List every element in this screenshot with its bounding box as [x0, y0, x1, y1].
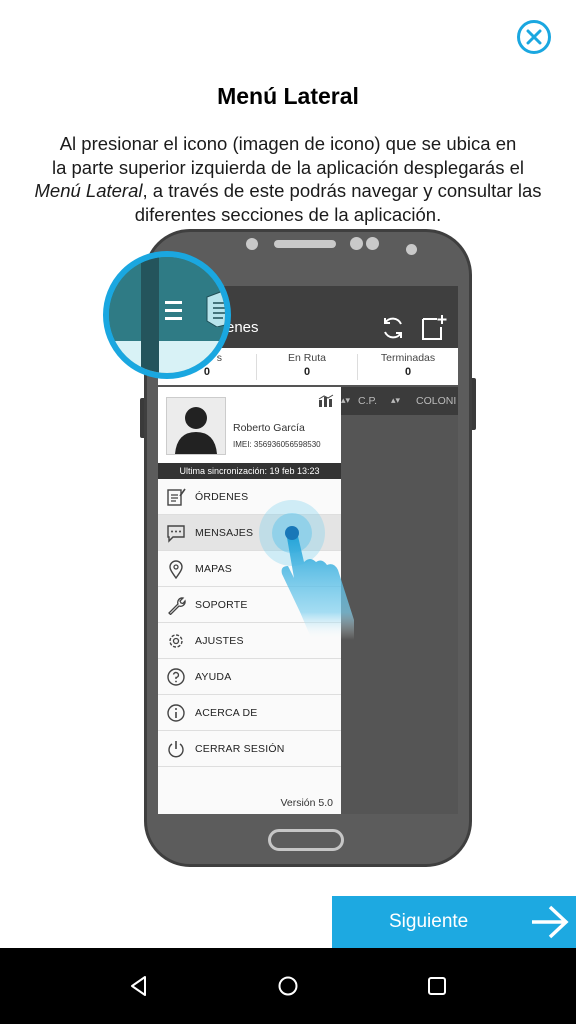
column-header: ▴▾ C.P. ▴▾ COLONI [341, 387, 458, 415]
hamburger-menu-icon [165, 301, 182, 320]
orders-app-icon [206, 291, 225, 327]
page-title: Menú Lateral [217, 83, 359, 109]
user-name: Roberto García [233, 422, 305, 434]
help-icon [167, 668, 185, 686]
tab-terminadas[interactable]: Terminadas 0 [358, 348, 458, 385]
column-colonia[interactable]: COLONI [416, 395, 456, 407]
system-nav-bar [0, 948, 576, 1024]
phone-sensor-dot [406, 244, 417, 255]
user-imei: IMEI: 356936056598530 [233, 440, 321, 449]
description-line-3: , a través de este podrás navegar y cons… [142, 180, 542, 201]
phone-sensor-dot [366, 237, 379, 250]
refresh-icon[interactable] [380, 315, 406, 341]
stats-icon[interactable] [318, 394, 334, 408]
power-icon [168, 741, 184, 758]
next-button[interactable]: Siguiente [332, 896, 576, 948]
description-line-4: diferentes secciones de la aplicación. [134, 203, 442, 225]
new-order-icon[interactable] [420, 314, 448, 342]
menu-item-ayuda[interactable]: AYUDA [158, 659, 341, 695]
arrow-right-icon [532, 905, 569, 939]
sort-icon[interactable]: ▴▾ [391, 395, 400, 406]
column-cp[interactable]: C.P. [358, 395, 377, 407]
avatar [166, 397, 226, 455]
description-line-1: Al presionar el icono (imagen de icono) … [59, 133, 517, 154]
close-button[interactable] [517, 20, 551, 54]
magnifier-drawer-edge [141, 257, 159, 373]
sort-icon[interactable]: ▴▾ [341, 395, 350, 406]
phone-home-button [268, 829, 344, 851]
menu-item-acerca-de[interactable]: ACERCA DE [158, 695, 341, 731]
menu-item-cerrar-sesion[interactable]: CERRAR SESIÓN [158, 731, 341, 767]
phone-speaker [274, 240, 336, 248]
close-icon [526, 29, 542, 45]
message-icon [167, 525, 185, 543]
back-icon[interactable] [128, 975, 150, 997]
user-silhouette-icon [175, 407, 217, 454]
sync-status: Ultima sincronización: 19 feb 13:23 [158, 463, 341, 479]
orders-icon [167, 488, 186, 506]
profile-section: Roberto García IMEI: 356936056598530 [158, 387, 341, 463]
next-button-label: Siguiente [389, 911, 469, 932]
description: Al presionar el icono (imagen de icono) … [20, 132, 556, 226]
info-icon [167, 704, 185, 722]
description-line-2: la parte superior izquierda de la aplica… [51, 156, 525, 178]
app-version: Versión 5.0 [280, 797, 333, 809]
description-emphasis: Menú Lateral [34, 180, 143, 201]
app-title: enes [226, 319, 259, 336]
wrench-icon [168, 597, 186, 615]
tab-en-ruta[interactable]: En Ruta 0 [257, 348, 357, 385]
phone-sensor-dot [350, 237, 363, 250]
map-pin-icon [169, 560, 183, 579]
gear-icon [169, 634, 183, 648]
tap-hand-icon [259, 500, 354, 640]
recents-icon[interactable] [427, 976, 447, 996]
menu-icon-magnifier [103, 251, 231, 379]
home-icon[interactable] [277, 975, 299, 997]
phone-camera-dot [246, 238, 258, 250]
